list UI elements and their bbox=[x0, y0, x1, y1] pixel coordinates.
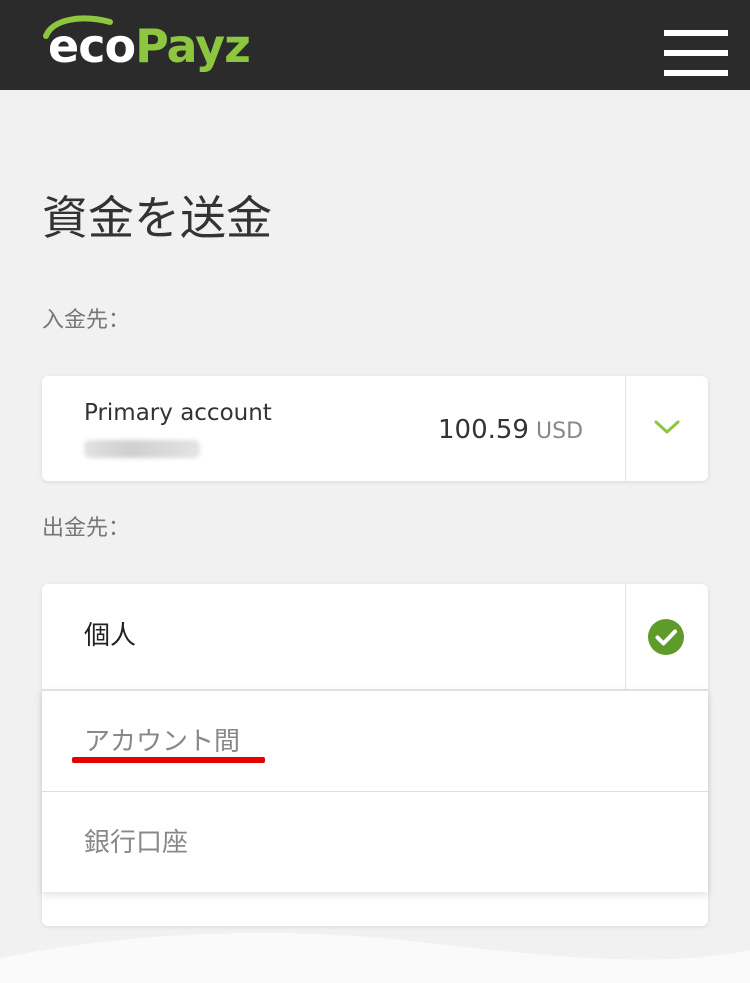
ecopayz-logo[interactable]: ecoPayz bbox=[40, 14, 280, 76]
account-number-redacted bbox=[84, 440, 200, 458]
deposit-account-select[interactable]: Primary account 100.59 USD bbox=[42, 376, 708, 481]
withdraw-from-label: 出金先： bbox=[42, 516, 131, 541]
account-currency: USD bbox=[536, 419, 584, 444]
account-dropdown-toggle[interactable] bbox=[625, 376, 708, 481]
account-balance: 100.59 bbox=[438, 415, 529, 445]
account-name: Primary account bbox=[84, 400, 272, 426]
hamburger-menu-icon[interactable] bbox=[664, 30, 728, 76]
selected-check-cell bbox=[625, 584, 708, 690]
check-circle-icon bbox=[648, 619, 684, 655]
option-between-accounts[interactable]: アカウント間 bbox=[42, 691, 708, 792]
logo-text: ecoPayz bbox=[48, 19, 251, 73]
option-bank-account[interactable]: 銀行口座 bbox=[42, 792, 708, 893]
withdraw-type-options-list: アカウント間 銀行口座 bbox=[42, 690, 708, 892]
top-navigation-bar: ecoPayz bbox=[0, 0, 750, 90]
page-title: 資金を送金 bbox=[42, 191, 272, 245]
red-highlight-underline bbox=[72, 757, 265, 763]
deposit-to-label: 入金先： bbox=[42, 308, 131, 333]
selected-option-label: 個人 bbox=[84, 621, 137, 651]
selected-option[interactable]: 個人 bbox=[42, 584, 708, 690]
logo-eco-text: eco bbox=[48, 19, 136, 73]
chevron-down-icon bbox=[654, 420, 680, 434]
logo-payz-text: Payz bbox=[135, 19, 251, 73]
menu-bar-bottom bbox=[664, 70, 728, 76]
menu-bar-middle bbox=[664, 50, 728, 56]
menu-bar-top bbox=[664, 30, 728, 36]
option-label: 銀行口座 bbox=[84, 828, 189, 858]
option-label: アカウント間 bbox=[84, 727, 241, 757]
bottom-wave-decoration bbox=[0, 932, 750, 983]
